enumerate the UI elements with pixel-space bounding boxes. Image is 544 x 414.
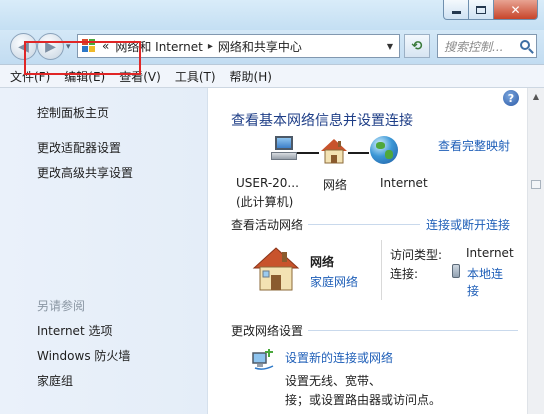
connection-icon	[452, 264, 460, 278]
breadcrumb-sharing-center[interactable]: 网络和共享中心	[218, 38, 302, 55]
view-full-map-link[interactable]: 查看完整映射	[438, 137, 510, 154]
chevron-up-icon: ▲	[532, 92, 540, 101]
access-type-label: 访问类型:	[390, 248, 443, 262]
map-connector-line	[297, 152, 319, 154]
search-box[interactable]: 搜索控制...	[437, 34, 537, 58]
computer-this-label: (此计算机)	[236, 195, 294, 209]
network-name: 网络	[310, 255, 335, 269]
chevron-down-icon: ▼	[386, 41, 394, 51]
home-network-icon[interactable]	[320, 137, 348, 165]
section-divider	[308, 224, 420, 225]
local-connection-link[interactable]: 本地连	[467, 265, 503, 282]
scroll-thumb[interactable]	[531, 180, 541, 189]
menu-tools[interactable]: 工具(T)	[175, 68, 216, 85]
internet-map-label: Internet	[380, 176, 428, 190]
local-connection-link-cont[interactable]: 接	[467, 282, 479, 299]
new-connection-icon[interactable]	[251, 349, 275, 371]
computer-name-label: USER-20...	[236, 176, 299, 190]
address-dropdown-button[interactable]: ▼	[381, 35, 399, 57]
network-home-icon[interactable]	[252, 246, 300, 292]
active-networks-heading: 查看活动网络	[231, 218, 304, 232]
map-connector-line	[348, 152, 369, 154]
section-divider	[308, 330, 518, 331]
windows-firewall-link[interactable]: Windows 防火墙	[37, 347, 130, 364]
setup-new-connection-link[interactable]: 设置新的连接或网络	[285, 349, 393, 366]
access-type-value: Internet	[466, 246, 514, 260]
title-bar: ✕	[0, 0, 544, 30]
close-icon: ✕	[510, 2, 521, 17]
refresh-button[interactable]: ⟲	[404, 34, 430, 58]
window-controls: ✕	[443, 0, 538, 20]
menu-help[interactable]: 帮助(H)	[230, 68, 272, 85]
page-title: 查看基本网络信息并设置连接	[231, 113, 413, 129]
minimize-icon	[451, 11, 461, 14]
breadcrumb-separator[interactable]: ▸	[208, 41, 213, 52]
change-settings-heading: 更改网络设置	[231, 324, 304, 338]
connections-label: 连接:	[390, 267, 419, 281]
network-type-link[interactable]: 家庭网络	[310, 273, 358, 290]
highlight-box	[24, 41, 141, 75]
connect-disconnect-link[interactable]: 连接或断开连接	[426, 216, 510, 233]
network-map-label: 网络	[323, 178, 348, 192]
maximize-icon	[476, 5, 486, 14]
internet-globe-icon[interactable]	[370, 136, 398, 164]
advanced-sharing-settings-link[interactable]: 更改高级共享设置	[37, 164, 133, 181]
help-button[interactable]: ?	[503, 90, 519, 106]
see-also-heading: 另请参阅	[37, 299, 86, 313]
change-adapter-settings-link[interactable]: 更改适配器设置	[37, 139, 121, 156]
computer-icon[interactable]	[271, 136, 297, 166]
scroll-up-button[interactable]: ▲	[528, 88, 544, 105]
control-panel-home-link[interactable]: 控制面板主页	[37, 104, 109, 121]
setup-description-line2: 接；或设置路由器或访问点。	[285, 393, 442, 407]
task-pane: 控制面板主页 更改适配器设置 更改高级共享设置 另请参阅 Internet 选项…	[0, 88, 208, 414]
homegroup-link[interactable]: 家庭组	[37, 372, 73, 389]
search-icon[interactable]	[520, 40, 530, 50]
setup-description-line1: 设置无线、宽带、	[285, 374, 382, 388]
vertical-scrollbar[interactable]: ▲	[527, 88, 544, 414]
search-input[interactable]: 搜索控制...	[444, 38, 503, 55]
close-button[interactable]: ✕	[494, 0, 538, 20]
vertical-divider	[381, 240, 382, 300]
maximize-button[interactable]	[469, 0, 494, 20]
internet-options-link[interactable]: Internet 选项	[37, 322, 112, 339]
minimize-button[interactable]	[443, 0, 469, 20]
refresh-icon: ⟲	[411, 38, 423, 54]
